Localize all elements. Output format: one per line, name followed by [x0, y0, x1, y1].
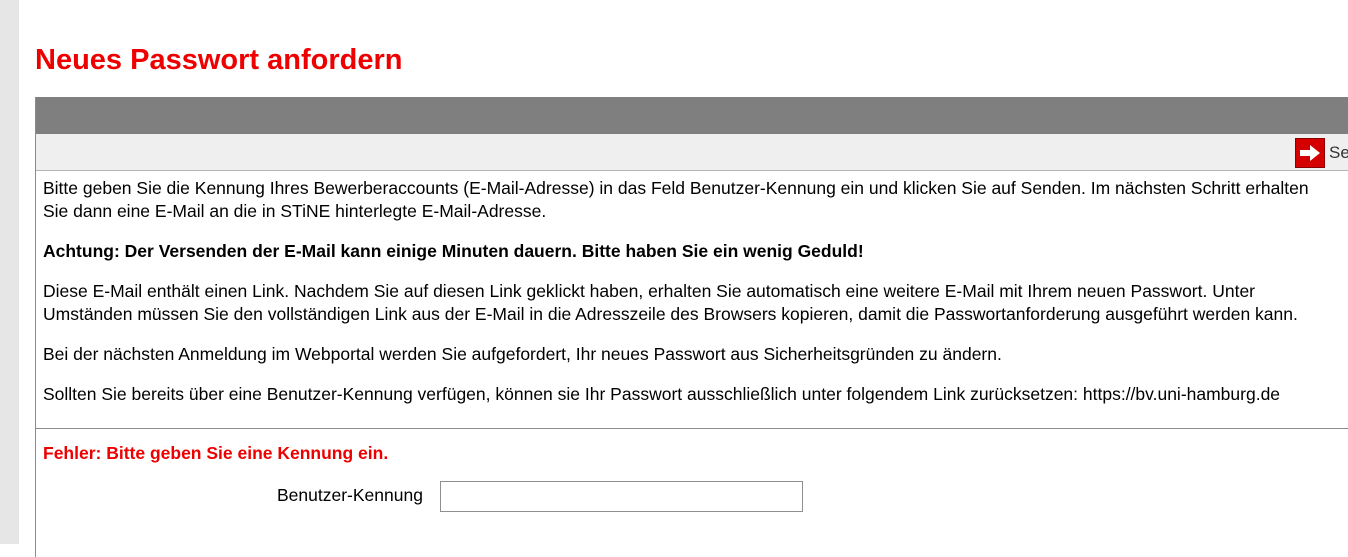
link-info-line-1: Diese E-Mail enthält einen Link. Nachdem… [43, 281, 1256, 301]
warning-text: Achtung: Der Versenden der E-Mail kann e… [43, 241, 864, 261]
existing-account-notice: Sollten Sie bereits über eine Benutzer-K… [43, 384, 1281, 404]
left-sidebar-strip [0, 0, 19, 544]
username-input[interactable] [440, 481, 803, 512]
password-change-notice: Bei der nächsten Anmeldung im Webportal … [43, 344, 1002, 364]
arrow-right-icon [1295, 138, 1325, 168]
link-info-line-2: Umständen müssen Sie den vollständigen L… [43, 304, 1298, 324]
send-button-label: Senden [1329, 143, 1348, 162]
username-label: Benutzer-Kennung [277, 485, 423, 505]
info-text: Bitte geben Sie die Kennung Ihres Bewerb… [36, 171, 1348, 429]
panel-header-bar [36, 97, 1348, 134]
page-title: Neues Passwort anfordern [35, 44, 403, 76]
info-line-1: Bitte geben Sie die Kennung Ihres Bewerb… [43, 178, 1309, 198]
toolbar: Senden [36, 134, 1348, 171]
info-line-2: Sie dann eine E-Mail an die in STiNE hin… [43, 201, 547, 221]
password-request-panel: Senden Bitte geben Sie die Kennung Ihres… [35, 97, 1348, 557]
send-button[interactable]: Senden [1295, 138, 1348, 168]
error-message: Fehler: Bitte geben Sie eine Kennung ein… [43, 443, 389, 463]
